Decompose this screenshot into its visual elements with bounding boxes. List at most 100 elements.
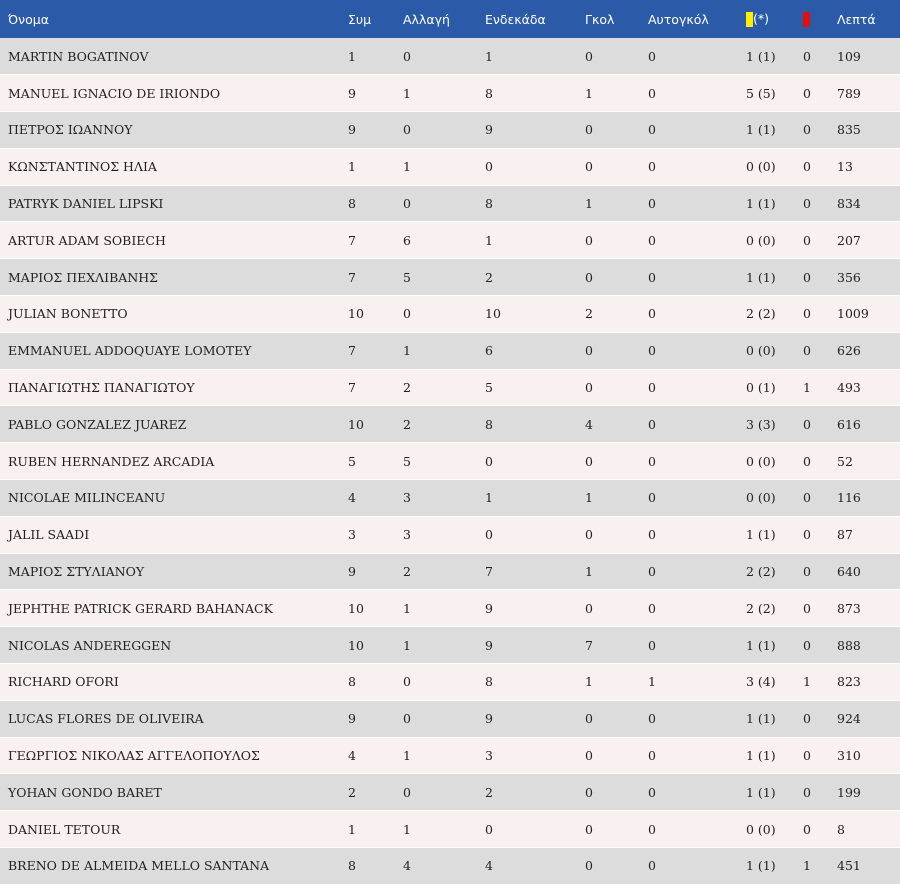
player-name[interactable]: JULIAN BONETTO <box>0 295 348 333</box>
player-name[interactable]: ARTUR ADAM SOBIECH <box>0 221 348 260</box>
player-name[interactable]: PABLO GONZALEZ JUAREZ <box>0 405 348 444</box>
starts-cell: 8 <box>485 185 585 223</box>
table-row: LUCAS FLORES DE OLIVEIRA 9 0 9 0 0 1 (1) 0 924 <box>0 700 900 738</box>
player-name[interactable]: EMMANUEL ADDOQUAYE LOMOTEY <box>0 332 348 370</box>
player-name[interactable]: ΓΕΩΡΓΙΟΣ ΝΙΚΟΛΑΣ ΑΓΓΕΛΟΠΟΥΛΟΣ <box>0 737 348 775</box>
red-cards-cell: 0 <box>803 553 837 591</box>
minutes-cell: 626 <box>837 332 900 370</box>
header-yellow-cards[interactable]: (*) <box>746 0 803 38</box>
subs-cell: 0 <box>403 185 485 223</box>
minutes-cell: 1009 <box>837 295 900 333</box>
apps-cell: 8 <box>348 663 403 701</box>
yellow-cards-cell: 0 (0) <box>746 479 803 517</box>
player-name[interactable]: ΠΕΤΡΟΣ ΙΩΑΝΝΟΥ <box>0 111 348 149</box>
red-cards-cell: 0 <box>803 185 837 223</box>
player-name[interactable]: JALIL SAADI <box>0 516 348 554</box>
player-name[interactable]: ΜΑΡΙΟΣ ΠΕΧΛΙΒΑΝΗΣ <box>0 258 348 297</box>
player-name[interactable]: ΚΩΝΣΤΑΝΤΙΝΟΣ ΗΛΙΑ <box>0 148 348 186</box>
player-stats-table: Όνομα Συμ Αλλαγή Ενδεκάδα Γκολ Αυτογκόλ … <box>0 0 900 885</box>
own-goals-cell: 0 <box>648 553 746 591</box>
player-name[interactable]: MANUEL IGNACIO DE IRIONDO <box>0 74 348 113</box>
red-card-icon <box>803 12 810 27</box>
subs-cell: 0 <box>403 663 485 701</box>
player-name[interactable]: ΠΑΝΑΓΙΩΤΗΣ ΠΑΝΑΓΙΩΤΟΥ <box>0 369 348 407</box>
player-name[interactable]: JEPHTHE PATRICK GERARD BAHANACK <box>0 589 348 628</box>
apps-cell: 8 <box>348 847 403 885</box>
starts-cell: 9 <box>485 700 585 738</box>
red-cards-cell: 0 <box>803 295 837 333</box>
subs-cell: 2 <box>403 553 485 591</box>
table-row: ΓΕΩΡΓΙΟΣ ΝΙΚΟΛΑΣ ΑΓΓΕΛΟΠΟΥΛΟΣ 4 1 3 0 0 1 (1) 0… <box>0 737 900 775</box>
header-own-goals[interactable]: Αυτογκόλ <box>648 0 746 38</box>
minutes-cell: 116 <box>837 479 900 517</box>
subs-cell: 4 <box>403 847 485 885</box>
minutes-cell: 109 <box>837 38 900 76</box>
goals-cell: 0 <box>585 111 648 149</box>
starts-cell: 8 <box>485 74 585 113</box>
table-header: Όνομα Συμ Αλλαγή Ενδεκάδα Γκολ Αυτογκόλ … <box>0 0 900 38</box>
own-goals-cell: 0 <box>648 589 746 628</box>
minutes-cell: 823 <box>837 663 900 701</box>
apps-cell: 7 <box>348 369 403 407</box>
player-name[interactable]: BRENO DE ALMEIDA MELLO SANTANA <box>0 847 348 885</box>
minutes-cell: 199 <box>837 773 900 812</box>
goals-cell: 0 <box>585 700 648 738</box>
goals-cell: 0 <box>585 221 648 260</box>
apps-cell: 3 <box>348 516 403 554</box>
yellow-cards-cell: 5 (5) <box>746 74 803 113</box>
table-row: ΠΕΤΡΟΣ ΙΩΑΝΝΟΥ 9 0 9 0 0 1 (1) 0 835 <box>0 111 900 149</box>
goals-cell: 0 <box>585 773 648 812</box>
header-apps[interactable]: Συμ <box>348 0 403 38</box>
own-goals-cell: 0 <box>648 332 746 370</box>
apps-cell: 7 <box>348 221 403 260</box>
table-body: MARTIN BOGATINOV 1 0 1 0 0 1 (1) 0 109 MANUEL IGN… <box>0 38 900 885</box>
apps-cell: 10 <box>348 405 403 444</box>
yellow-cards-cell: 1 (1) <box>746 258 803 297</box>
starts-cell: 7 <box>485 553 585 591</box>
yellow-cards-cell: 2 (2) <box>746 295 803 333</box>
player-name[interactable]: YOHAN GONDO BARET <box>0 773 348 812</box>
player-name[interactable]: LUCAS FLORES DE OLIVEIRA <box>0 700 348 738</box>
player-name[interactable]: NICOLAS ANDEREGGEN <box>0 626 348 665</box>
header-minutes[interactable]: Λεπτά <box>837 0 900 38</box>
red-cards-cell: 1 <box>803 847 837 885</box>
header-red-cards[interactable] <box>803 0 837 38</box>
player-name[interactable]: NICOLAE MILINCEANU <box>0 479 348 517</box>
starts-cell: 0 <box>485 148 585 186</box>
subs-cell: 1 <box>403 74 485 113</box>
starts-cell: 0 <box>485 516 585 554</box>
table-row: ΠΑΝΑΓΙΩΤΗΣ ΠΑΝΑΓΙΩΤΟΥ 7 2 5 0 0 0 (1) 1 493 <box>0 369 900 407</box>
own-goals-cell: 0 <box>648 847 746 885</box>
minutes-cell: 356 <box>837 258 900 297</box>
header-name[interactable]: Όνομα <box>0 0 348 38</box>
yellow-cards-cell: 0 (0) <box>746 332 803 370</box>
player-name[interactable]: RUBEN HERNANDEZ ARCADIA <box>0 442 348 481</box>
own-goals-cell: 0 <box>648 773 746 812</box>
goals-cell: 0 <box>585 369 648 407</box>
header-starts[interactable]: Ενδεκάδα <box>485 0 585 38</box>
starts-cell: 6 <box>485 332 585 370</box>
player-name[interactable]: RICHARD OFORI <box>0 663 348 701</box>
red-cards-cell: 0 <box>803 479 837 517</box>
player-name[interactable]: DANIEL TETOUR <box>0 810 348 849</box>
own-goals-cell: 0 <box>648 221 746 260</box>
apps-cell: 10 <box>348 295 403 333</box>
header-goals[interactable]: Γκολ <box>585 0 648 38</box>
goals-cell: 0 <box>585 258 648 297</box>
subs-cell: 0 <box>403 295 485 333</box>
player-name[interactable]: PATRYK DANIEL LIPSKI <box>0 185 348 223</box>
apps-cell: 8 <box>348 185 403 223</box>
own-goals-cell: 0 <box>648 479 746 517</box>
own-goals-cell: 0 <box>648 111 746 149</box>
player-name[interactable]: MARTIN BOGATINOV <box>0 38 348 76</box>
goals-cell: 2 <box>585 295 648 333</box>
goals-cell: 0 <box>585 737 648 775</box>
table-row: NICOLAS ANDEREGGEN 10 1 9 7 0 1 (1) 0 888 <box>0 626 900 665</box>
table-row: ΜΑΡΙΟΣ ΣΤΥΛΙΑΝΟΥ 9 2 7 1 0 2 (2) 0 640 <box>0 553 900 591</box>
header-subs[interactable]: Αλλαγή <box>403 0 485 38</box>
table-row: ΚΩΝΣΤΑΝΤΙΝΟΣ ΗΛΙΑ 1 1 0 0 0 0 (0) 0 13 <box>0 148 900 186</box>
apps-cell: 2 <box>348 773 403 812</box>
apps-cell: 1 <box>348 38 403 76</box>
player-name[interactable]: ΜΑΡΙΟΣ ΣΤΥΛΙΑΝΟΥ <box>0 553 348 591</box>
minutes-cell: 616 <box>837 405 900 444</box>
